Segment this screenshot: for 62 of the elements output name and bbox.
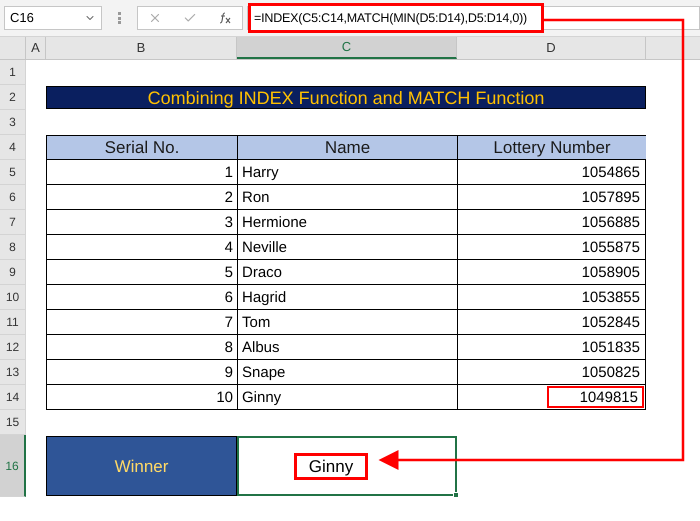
table-cell: 1049815 — [547, 386, 644, 408]
table-cell: Hagrid — [237, 285, 457, 310]
row-header[interactable]: 14 — [0, 385, 26, 410]
row-header[interactable]: 9 — [0, 260, 26, 285]
table-cell-text: 1053855 — [580, 288, 641, 308]
row-header[interactable]: 4 — [0, 135, 26, 160]
table-cell: Neville — [237, 235, 457, 260]
selected-cell[interactable]: Ginny — [237, 436, 457, 496]
row-header[interactable]: 10 — [0, 285, 26, 310]
row-header[interactable]: 15 — [0, 410, 26, 435]
table-cell-text: 1054865 — [580, 162, 641, 182]
row-header[interactable]: 13 — [0, 360, 26, 385]
table-cell: Albus — [237, 335, 457, 360]
column-header[interactable]: C — [237, 37, 457, 59]
winner-label: Winner — [46, 436, 237, 496]
table-cell: 9 — [46, 360, 237, 385]
table-cell: 2 — [46, 185, 237, 210]
table-cell-text: 1052845 — [580, 312, 641, 332]
table-cell: 7 — [46, 310, 237, 335]
formula-text: =INDEX(C5:C14,MATCH(MIN(D5:D14),D5:D14,0)) — [248, 3, 544, 33]
table-cell-text: 1050825 — [580, 362, 641, 382]
column-heading: Serial No. — [46, 135, 237, 160]
row-header[interactable]: 1 — [0, 60, 26, 85]
table-cell: 6 — [46, 285, 237, 310]
table-cell: Harry — [237, 160, 457, 185]
row-header[interactable]: 2 — [0, 85, 26, 110]
table-cell: 8 — [46, 335, 237, 360]
table-cell: Ron — [237, 185, 457, 210]
table-cell: 5 — [46, 260, 237, 285]
table-cell: Snape — [237, 360, 457, 385]
row-header[interactable]: 16 — [0, 435, 26, 497]
table-cell: Draco — [237, 260, 457, 285]
row-header[interactable]: 3 — [0, 110, 26, 135]
row-header[interactable]: 8 — [0, 235, 26, 260]
table-cell: 10 — [46, 385, 237, 410]
table-cell: 3 — [46, 210, 237, 235]
function-icon[interactable] — [218, 12, 232, 24]
table-cell: 1 — [46, 160, 237, 185]
name-box[interactable]: C16 — [4, 6, 102, 30]
sheet-title: Combining INDEX Function and MATCH Function — [46, 86, 646, 109]
grip-icon — [118, 12, 121, 24]
table-cell: Tom — [237, 310, 457, 335]
table-cell-text: 1055875 — [580, 238, 641, 258]
row-header[interactable]: 6 — [0, 185, 26, 210]
table-cell-text: 1057895 — [580, 188, 641, 208]
row-header[interactable]: 11 — [0, 310, 26, 335]
row-header[interactable]: 7 — [0, 210, 26, 235]
table-cell: Ginny — [237, 385, 457, 410]
table-cell: Hermione — [237, 210, 457, 235]
table-cell: 4 — [46, 235, 237, 260]
table-cell-text: 1056885 — [580, 212, 641, 232]
table-cell-text: 1051835 — [580, 338, 641, 358]
table-cell-text: 1058905 — [580, 262, 641, 282]
column-heading: Name — [237, 135, 457, 160]
column-header[interactable]: A — [26, 37, 46, 59]
column-heading: Lottery Number — [457, 135, 646, 160]
column-header[interactable]: D — [457, 37, 646, 59]
row-header[interactable]: 5 — [0, 160, 26, 185]
fill-handle[interactable] — [453, 492, 459, 498]
row-header[interactable]: 12 — [0, 335, 26, 360]
formula-bar[interactable]: =INDEX(C5:C14,MATCH(MIN(D5:D14),D5:D14,0)) — [247, 6, 700, 30]
winner-value: Ginny — [294, 452, 368, 480]
